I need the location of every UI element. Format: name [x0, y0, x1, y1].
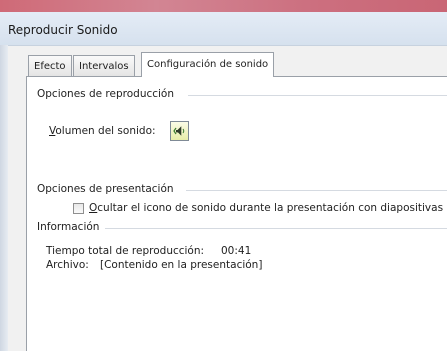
information-label: Información [37, 221, 100, 233]
speaker-icon [173, 126, 185, 136]
tab-configuracion-de-sonido[interactable]: Configuración de sonido [141, 52, 275, 77]
volume-button[interactable] [170, 121, 189, 141]
total-play-time-value: 00:41 [221, 245, 252, 257]
total-play-time-label: Tiempo total de reproducción: [46, 245, 205, 257]
display-options-separator [186, 190, 447, 191]
tab-intervalos[interactable]: Intervalos [73, 55, 135, 76]
playback-options-separator [188, 95, 447, 96]
tab-efecto[interactable]: Efecto [28, 55, 72, 76]
display-options-label: Opciones de presentación [37, 183, 174, 195]
information-separator [105, 228, 447, 229]
volume-label: Volumen del sonido: [49, 125, 156, 137]
title-bar[interactable]: Reproducir Sonido [0, 12, 447, 46]
panel-left-border [26, 76, 27, 351]
window-title: Reproducir Sonido [8, 23, 118, 37]
hide-sound-icon-text: cultar el icono de sonido durante la pre… [97, 202, 444, 214]
window-left-edge [0, 45, 8, 351]
tab-panel [26, 76, 447, 352]
playback-options-label: Opciones de reproducción [37, 88, 175, 100]
window-top-edge [0, 0, 447, 12]
volume-label-text: olumen del sonido: [55, 125, 156, 137]
hide-sound-icon-checkbox[interactable] [73, 203, 84, 214]
file-value: [Contenido en la presentación] [100, 259, 263, 271]
hide-sound-icon-label[interactable]: Ocultar el icono de sonido durante la pr… [89, 202, 443, 214]
file-label: Archivo: [46, 259, 89, 271]
